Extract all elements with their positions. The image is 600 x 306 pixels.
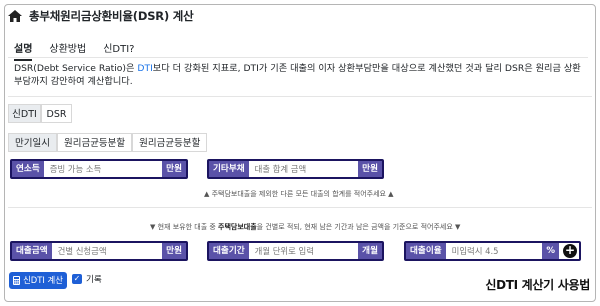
income-unit: 만원 xyxy=(162,161,186,177)
loan-period-label: 대출기간 xyxy=(209,243,249,259)
income-field: 연소득 만원 xyxy=(10,159,188,179)
loan-amount-unit: 만원 xyxy=(162,243,186,259)
header: 총부채원리금상환비율(DSR) 계산 xyxy=(7,8,194,24)
mode-toggle: 신DTI DSR xyxy=(8,104,72,123)
divider xyxy=(8,96,592,97)
caption-text: 신DTI 계산기 사용법 xyxy=(485,278,590,292)
other-debt-label: 기타부채 xyxy=(209,161,249,177)
repay-option-bullet[interactable]: 만기일시 xyxy=(8,133,57,152)
loan-period-field: 대출기간 개월 xyxy=(207,241,384,261)
other-debt-field: 기타부채 만원 xyxy=(207,159,384,179)
interest-rate-input[interactable] xyxy=(445,243,543,259)
record-label: 기록 xyxy=(86,275,102,285)
loan-amount-label: 대출금액 xyxy=(12,243,52,259)
calculate-button[interactable]: 신DTI 계산 xyxy=(9,272,67,289)
interest-rate-field: 대출이율 % + xyxy=(404,241,581,261)
interest-rate-label: 대출이율 xyxy=(406,243,446,259)
mode-option-dsr[interactable]: DSR xyxy=(41,104,72,123)
income-input[interactable] xyxy=(43,161,163,177)
other-debt-note: ▲ 주택담보대출을 제외한 다른 모든 대출의 합계를 적어주세요 ▲ xyxy=(204,190,394,198)
repayment-toggle: 만기일시 원리금균등분할 원리금균등분할 xyxy=(8,133,208,152)
repay-option-equal-installment-2[interactable]: 원리금균등분할 xyxy=(132,133,208,152)
calculator-icon xyxy=(13,276,21,285)
dti-link[interactable]: DTI xyxy=(137,63,152,74)
add-loan-icon[interactable]: + xyxy=(563,244,577,258)
income-label: 연소득 xyxy=(12,161,44,177)
calculate-button-label: 신DTI 계산 xyxy=(23,275,63,285)
record-option: ✓ 기록 xyxy=(72,273,102,285)
tabs-divider xyxy=(8,57,588,58)
other-debt-input[interactable] xyxy=(248,161,359,177)
loan-note: ▼ 현재 보유한 대출 중 주택담보대출을 건별로 적되, 현재 남은 기간과 … xyxy=(150,223,461,231)
dsr-description: DSR(Debt Service Ratio)은 DTI보다 더 강화된 지표로… xyxy=(14,63,581,87)
divider xyxy=(8,207,592,208)
other-debt-unit: 만원 xyxy=(358,161,382,177)
mode-option-new-dti[interactable]: 신DTI xyxy=(8,104,41,123)
home-icon xyxy=(8,10,22,22)
loan-period-input[interactable] xyxy=(248,243,359,259)
loan-amount-field: 대출금액 만원 xyxy=(10,241,188,261)
loan-amount-input[interactable] xyxy=(51,243,163,259)
loan-period-unit: 개월 xyxy=(358,243,382,259)
record-checkbox[interactable]: ✓ xyxy=(72,274,82,284)
page-title: 총부채원리금상환비율(DSR) 계산 xyxy=(29,9,194,23)
repay-option-equal-installment-1[interactable]: 원리금균등분할 xyxy=(56,133,133,152)
interest-rate-unit: % xyxy=(542,243,559,259)
